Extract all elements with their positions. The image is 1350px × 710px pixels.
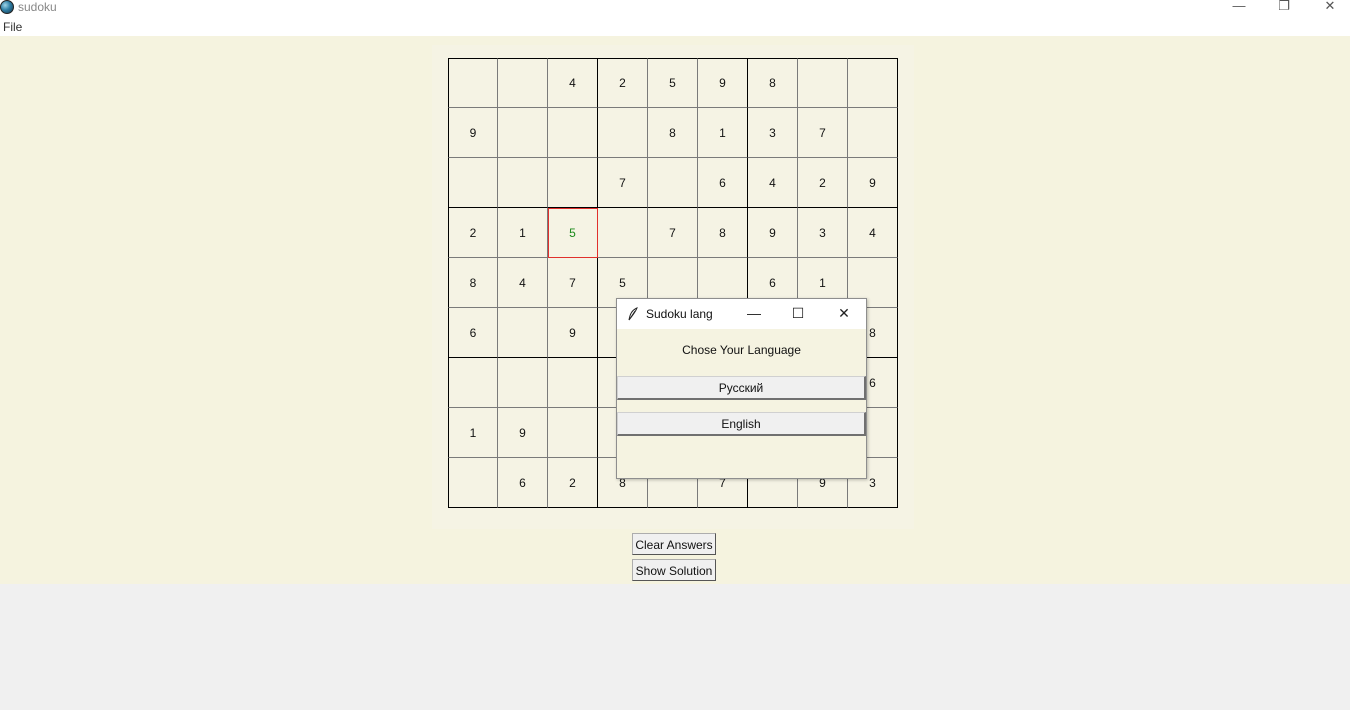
sudoku-cell[interactable]: 8 <box>748 58 798 108</box>
sudoku-cell[interactable]: 9 <box>548 308 598 358</box>
sudoku-cell[interactable]: 6 <box>498 458 548 508</box>
sudoku-cell[interactable] <box>448 458 498 508</box>
sudoku-cell[interactable]: 7 <box>598 158 648 208</box>
menu-bar: File <box>0 18 1350 36</box>
restore-icon[interactable]: ❐ <box>1274 0 1294 14</box>
sudoku-cell[interactable]: 1 <box>698 108 748 158</box>
sudoku-cell[interactable]: 4 <box>748 158 798 208</box>
app-globe-icon <box>0 0 14 14</box>
sudoku-cell[interactable]: 4 <box>498 258 548 308</box>
sudoku-cell[interactable] <box>498 158 548 208</box>
minimize-icon[interactable]: — <box>1229 0 1249 14</box>
sudoku-cell[interactable]: 9 <box>698 58 748 108</box>
sudoku-cell[interactable]: 9 <box>448 108 498 158</box>
sudoku-cell[interactable] <box>448 358 498 408</box>
dialog-close-icon[interactable]: ✕ <box>834 305 854 323</box>
english-button[interactable]: English <box>617 412 866 436</box>
sudoku-cell[interactable]: 9 <box>848 158 898 208</box>
sudoku-cell[interactable] <box>598 108 648 158</box>
sudoku-cell[interactable] <box>548 358 598 408</box>
close-icon[interactable]: ✕ <box>1320 0 1340 14</box>
window-title: sudoku <box>18 0 57 14</box>
sudoku-cell[interactable]: 9 <box>498 408 548 458</box>
sudoku-cell[interactable] <box>448 58 498 108</box>
dialog-title: Sudoku lang <box>646 307 713 321</box>
sudoku-cell[interactable]: 5 <box>648 58 698 108</box>
show-solution-button[interactable]: Show Solution <box>632 559 716 581</box>
sudoku-cell[interactable] <box>498 358 548 408</box>
sudoku-cell[interactable]: 4 <box>548 58 598 108</box>
sudoku-cell[interactable] <box>848 108 898 158</box>
clear-answers-button[interactable]: Clear Answers <box>632 533 716 555</box>
sudoku-cell[interactable] <box>548 408 598 458</box>
sudoku-cell[interactable]: 9 <box>748 208 798 258</box>
sudoku-cell[interactable] <box>498 308 548 358</box>
sudoku-cell[interactable]: 4 <box>848 208 898 258</box>
sudoku-cell[interactable]: 3 <box>798 208 848 258</box>
sudoku-cell[interactable]: 6 <box>448 308 498 358</box>
sudoku-cell[interactable]: 6 <box>698 158 748 208</box>
sudoku-cell[interactable]: 2 <box>798 158 848 208</box>
sudoku-cell[interactable] <box>448 158 498 208</box>
menu-file[interactable]: File <box>3 20 22 34</box>
sudoku-cell[interactable] <box>498 108 548 158</box>
sudoku-cell[interactable] <box>548 158 598 208</box>
language-dialog: Sudoku lang — ☐ ✕ Chose Your Language Ру… <box>616 298 867 479</box>
title-bar: sudoku — ❐ ✕ <box>0 0 1350 18</box>
dialog-maximize-icon[interactable]: ☐ <box>788 305 808 323</box>
sudoku-cell[interactable]: 8 <box>698 208 748 258</box>
dialog-minimize-icon[interactable]: — <box>744 305 764 323</box>
sudoku-cell[interactable]: 7 <box>798 108 848 158</box>
sudoku-cell[interactable] <box>848 58 898 108</box>
sudoku-cell[interactable]: 7 <box>548 258 598 308</box>
sudoku-cell[interactable]: 1 <box>448 408 498 458</box>
sudoku-cell[interactable] <box>498 58 548 108</box>
russian-button[interactable]: Русский <box>617 376 866 400</box>
sudoku-cell[interactable]: 5 <box>548 208 598 258</box>
feather-icon <box>628 307 638 321</box>
sudoku-cell[interactable] <box>548 108 598 158</box>
language-prompt: Chose Your Language <box>682 343 801 357</box>
sudoku-cell[interactable] <box>798 58 848 108</box>
sudoku-cell[interactable]: 2 <box>598 58 648 108</box>
sudoku-cell[interactable]: 2 <box>548 458 598 508</box>
sudoku-cell[interactable]: 8 <box>648 108 698 158</box>
sudoku-cell[interactable] <box>598 208 648 258</box>
dialog-title-bar: Sudoku lang — ☐ ✕ <box>617 299 866 329</box>
sudoku-cell[interactable]: 3 <box>748 108 798 158</box>
sudoku-cell[interactable]: 1 <box>498 208 548 258</box>
sudoku-cell[interactable] <box>648 158 698 208</box>
sudoku-cell[interactable]: 7 <box>648 208 698 258</box>
sudoku-cell[interactable]: 8 <box>448 258 498 308</box>
sudoku-cell[interactable]: 2 <box>448 208 498 258</box>
